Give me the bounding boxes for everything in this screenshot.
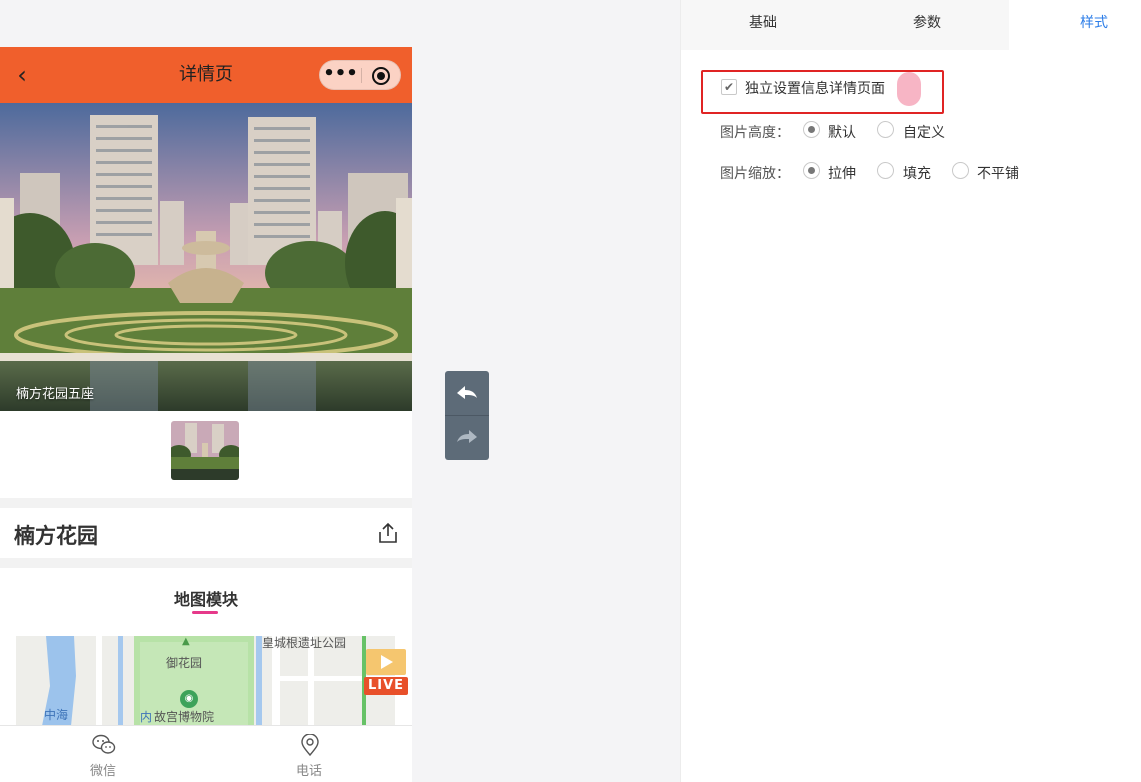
- image-scale-stretch-radio[interactable]: [803, 162, 820, 179]
- wechat-icon: [92, 734, 116, 754]
- wechat-label: 微信: [89, 764, 116, 779]
- image-scale-no-tile-label[interactable]: 不平铺: [977, 163, 1019, 183]
- hero-image[interactable]: 楠方花园五座: [0, 103, 412, 411]
- image-height-label: 图片高度：: [720, 125, 790, 141]
- map-label-park: 皇城根遗址公园: [262, 636, 347, 650]
- independent-page-label[interactable]: 独立设置信息详情页面: [745, 78, 885, 98]
- title-row: 楠方花园: [0, 508, 412, 558]
- close-circle-icon[interactable]: [372, 67, 390, 85]
- image-height-custom-label[interactable]: 自定义: [903, 122, 945, 142]
- section-divider: [0, 498, 412, 508]
- map-label-palace-museum: 故宫博物院: [154, 710, 215, 724]
- live-label: LIVE: [364, 677, 408, 695]
- location-pin-icon: [301, 734, 319, 756]
- image-scale-no-tile-radio[interactable]: [952, 162, 969, 179]
- museum-poi-icon: ◉: [180, 690, 198, 708]
- tab-style[interactable]: 样式: [1009, 0, 1141, 50]
- nav-bar: ‹ 详情页 •••: [0, 47, 412, 103]
- hero-caption: 楠方花园五座: [16, 387, 95, 402]
- image-scale-fill-radio[interactable]: [877, 162, 894, 179]
- cursor-highlight-icon: [897, 72, 921, 106]
- map-view[interactable]: ▲ 御花园 皇城根遗址公园 ◉ 中海 内 故宫博物院: [16, 636, 395, 736]
- undo-icon: [457, 386, 477, 399]
- thumbnail-strip: [0, 411, 412, 498]
- wechat-button[interactable]: 微信: [0, 726, 206, 782]
- image-height-custom-radio[interactable]: [877, 121, 894, 138]
- section-divider: [0, 558, 412, 568]
- image-height-default-label[interactable]: 默认: [828, 122, 856, 142]
- hero-photo-illustration: [0, 103, 412, 411]
- map-heading-underline: [192, 611, 218, 614]
- independent-page-checkbox[interactable]: ✔: [721, 79, 737, 95]
- map-poi-icon: ▲: [182, 636, 190, 647]
- phone-label: 电话: [295, 764, 322, 779]
- undo-button[interactable]: [445, 371, 489, 415]
- settings-tabs: 基础 参数 样式: [681, 0, 1141, 50]
- more-dots-icon[interactable]: •••: [320, 61, 361, 89]
- map-label-zhonghai: 中海: [44, 708, 69, 722]
- map-module-heading: 地图模块: [173, 590, 238, 609]
- history-controls: [445, 371, 489, 460]
- image-height-default-radio[interactable]: [803, 121, 820, 138]
- thumbnail-image[interactable]: [171, 421, 239, 480]
- share-icon[interactable]: [377, 522, 399, 544]
- phone-button[interactable]: 电话: [206, 726, 412, 782]
- tab-params[interactable]: 参数: [845, 0, 1009, 50]
- live-badge[interactable]: LIVE: [364, 647, 408, 695]
- map-label-nei: 内: [140, 710, 153, 724]
- settings-panel: 基础 参数 样式 ✔ 独立设置信息详情页面 图片高度： 默认 自定义 图片缩放：…: [680, 0, 1141, 782]
- property-title: 楠方花园: [14, 524, 98, 548]
- mini-program-capsule: •••: [319, 60, 401, 90]
- map-label-imperial-garden: 御花园: [166, 656, 203, 670]
- capsule-divider: [361, 68, 362, 83]
- image-scale-fill-label[interactable]: 填充: [903, 163, 931, 183]
- image-scale-stretch-label[interactable]: 拉伸: [828, 163, 856, 183]
- bottom-action-bar: 微信 电话: [0, 725, 412, 782]
- image-scale-label: 图片缩放：: [720, 166, 790, 182]
- redo-button[interactable]: [445, 416, 489, 460]
- redo-icon: [457, 430, 477, 443]
- phone-preview: ‹ 详情页 ••• 楠方花园五座 楠方花园 地图模块 ▲ 御花园 皇城根遗址公园…: [0, 47, 412, 782]
- play-icon: [366, 649, 406, 675]
- tab-basic[interactable]: 基础: [681, 0, 845, 50]
